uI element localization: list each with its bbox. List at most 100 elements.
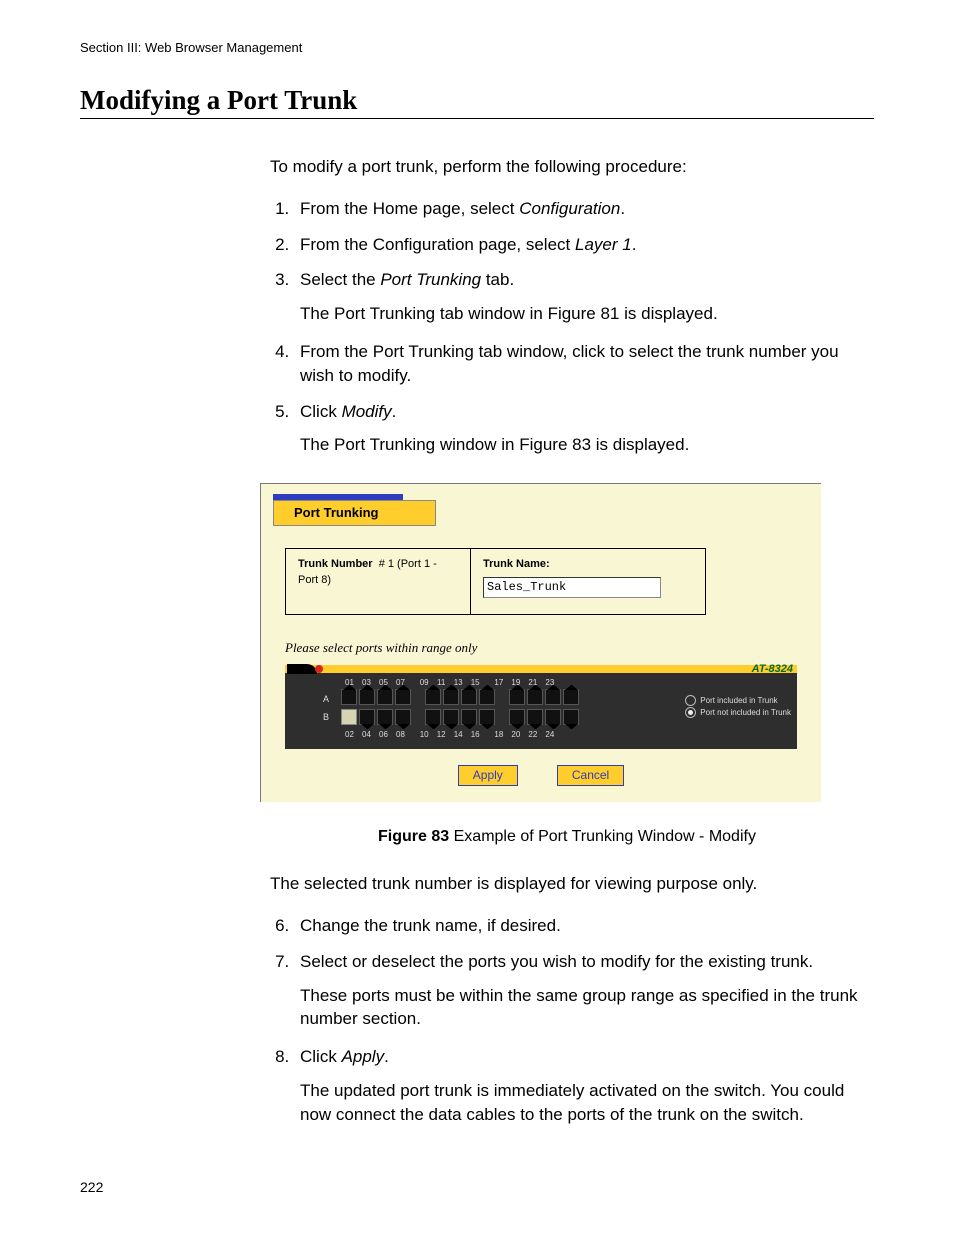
port[interactable] [425, 689, 441, 705]
port[interactable] [461, 709, 477, 725]
port[interactable] [377, 709, 393, 725]
step-8-em: Apply [342, 1047, 385, 1066]
trunk-name-cell: Trunk Name: Sales_Trunk [471, 549, 706, 614]
select-ports-note: Please select ports within range only [285, 639, 797, 657]
port-label: 14 [450, 729, 467, 740]
port-label: 06 [375, 729, 392, 740]
step-4: From the Port Trunking tab window, click… [294, 340, 874, 388]
step-1-em: Configuration [519, 199, 620, 218]
port-labels-bottom: 02040608 10121416 18202224 [341, 729, 558, 740]
row-a-label: A [323, 693, 329, 706]
step-3: Select the Port Trunking tab. The Port T… [294, 268, 874, 326]
row-b-label: B [323, 711, 329, 724]
port-label: 24 [541, 729, 558, 740]
port-label: 08 [392, 729, 409, 740]
radio-included-icon[interactable] [685, 695, 696, 706]
trunk-number-cell: Trunk Number # 1 (Port 1 - Port 8) [286, 549, 471, 614]
figure-caption-rest: Example of Port Trunking Window - Modify [449, 828, 756, 845]
radio-not-included-icon[interactable] [685, 707, 696, 718]
step-2: From the Configuration page, select Laye… [294, 233, 874, 257]
step-8-text-a: Click [300, 1047, 342, 1066]
step-3-result: The Port Trunking tab window in Figure 8… [300, 302, 874, 326]
switch-model-label: AT-8324 [752, 662, 793, 677]
step-7-result: These ports must be within the same grou… [300, 984, 874, 1032]
switch-panel: AT-8324 01030507 09111315 17192123 A [285, 665, 797, 749]
port[interactable] [341, 689, 357, 705]
step-5-text-c: . [392, 402, 397, 421]
trunk-name-label: Trunk Name: [483, 558, 550, 570]
port[interactable] [359, 689, 375, 705]
port-label: 18 [490, 729, 507, 740]
port[interactable] [359, 709, 375, 725]
port-label: 22 [524, 729, 541, 740]
step-2-text-c: . [632, 235, 637, 254]
step-8-result: The updated port trunk is immediately ac… [300, 1079, 874, 1127]
figure-caption-bold: Figure 83 [378, 828, 449, 845]
port[interactable] [545, 709, 561, 725]
port[interactable] [443, 709, 459, 725]
port[interactable] [479, 689, 495, 705]
port[interactable] [461, 689, 477, 705]
port-label: 04 [358, 729, 375, 740]
step-1: From the Home page, select Configuration… [294, 197, 874, 221]
port-label: 02 [341, 729, 358, 740]
port[interactable] [545, 689, 561, 705]
step-5-result: The Port Trunking window in Figure 83 is… [300, 433, 874, 457]
step-5-text-a: Click [300, 402, 342, 421]
apply-button[interactable]: Apply [458, 765, 518, 786]
intro-paragraph: To modify a port trunk, perform the foll… [270, 155, 874, 179]
port[interactable] [395, 709, 411, 725]
port[interactable] [479, 709, 495, 725]
tab-port-trunking[interactable]: Port Trunking [273, 500, 436, 526]
step-7-text: Select or deselect the ports you wish to… [300, 952, 813, 971]
port-label: 10 [416, 729, 433, 740]
page-title: Modifying a Port Trunk [80, 85, 874, 119]
step-2-em: Layer 1 [575, 235, 632, 254]
step-8-text-c: . [384, 1047, 389, 1066]
port-label: 20 [507, 729, 524, 740]
figure-83: Port Trunking Trunk Number # 1 (Port 1 -… [260, 483, 874, 802]
step-5: Click Modify. The Port Trunking window i… [294, 400, 874, 458]
after-figure-paragraph: The selected trunk number is displayed f… [270, 872, 874, 896]
step-3-text-a: Select the [300, 270, 380, 289]
port[interactable] [377, 689, 393, 705]
port-label: 16 [467, 729, 484, 740]
port[interactable] [395, 689, 411, 705]
port[interactable] [509, 709, 525, 725]
trunk-info-table: Trunk Number # 1 (Port 1 - Port 8) Trunk… [285, 548, 706, 614]
logo-icon [287, 664, 317, 674]
step-4-text: From the Port Trunking tab window, click… [300, 342, 839, 385]
step-1-text-c: . [620, 199, 625, 218]
port-legend: Port included in Trunk Port not included… [685, 695, 791, 719]
step-1-text-a: From the Home page, select [300, 199, 519, 218]
port[interactable] [563, 709, 579, 725]
port-label: 12 [433, 729, 450, 740]
step-2-text-a: From the Configuration page, select [300, 235, 575, 254]
port[interactable] [563, 689, 579, 705]
trunk-number-label: Trunk Number [298, 558, 373, 570]
port[interactable] [527, 709, 543, 725]
step-8: Click Apply. The updated port trunk is i… [294, 1045, 874, 1126]
page-header: Section III: Web Browser Management [80, 40, 874, 55]
page-number: 222 [80, 1179, 103, 1195]
step-6-text: Change the trunk name, if desired. [300, 916, 561, 935]
step-3-em: Port Trunking [380, 270, 481, 289]
legend-not-included-label: Port not included in Trunk [700, 707, 791, 718]
port[interactable] [341, 709, 357, 725]
step-7: Select or deselect the ports you wish to… [294, 950, 874, 1031]
step-3-text-c: tab. [481, 270, 514, 289]
port[interactable] [527, 689, 543, 705]
trunk-name-input[interactable]: Sales_Trunk [483, 577, 661, 598]
figure-caption: Figure 83 Example of Port Trunking Windo… [260, 826, 874, 848]
logo-dot-icon [315, 665, 323, 673]
step-6: Change the trunk name, if desired. [294, 914, 874, 938]
screenshot-window: Port Trunking Trunk Number # 1 (Port 1 -… [260, 483, 821, 802]
step-5-em: Modify [342, 402, 392, 421]
port[interactable] [425, 709, 441, 725]
port[interactable] [443, 689, 459, 705]
cancel-button[interactable]: Cancel [557, 765, 624, 786]
legend-included-label: Port included in Trunk [700, 695, 777, 706]
ports-row-a [341, 689, 579, 705]
port[interactable] [509, 689, 525, 705]
ports-row-b [341, 709, 579, 725]
